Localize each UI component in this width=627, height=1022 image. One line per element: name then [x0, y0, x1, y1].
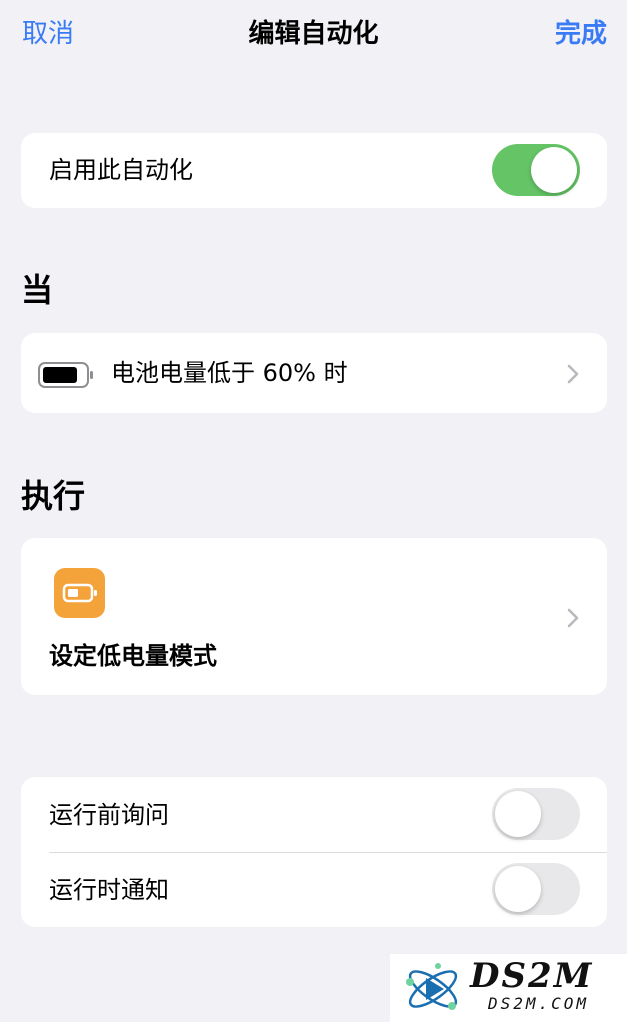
watermark: DS2M DS2M.COM — [390, 954, 627, 1022]
toggle-knob — [495, 866, 541, 912]
action-row[interactable]: 设定低电量模式 — [21, 538, 607, 695]
ask-before-running-label: 运行前询问 — [49, 801, 169, 829]
run-options-card: 运行前询问 运行时通知 — [21, 777, 607, 927]
enable-automation-label: 启用此自动化 — [49, 156, 193, 184]
low-power-battery-icon — [62, 583, 97, 603]
battery-icon — [38, 362, 93, 388]
atom-logo-icon — [406, 963, 458, 1010]
page-title: 编辑自动化 — [248, 19, 379, 49]
enable-automation-toggle[interactable] — [492, 144, 580, 196]
enable-automation-card: 启用此自动化 — [21, 133, 607, 208]
action-label: 设定低电量模式 — [49, 642, 217, 670]
chevron-right-icon — [567, 608, 579, 628]
done-button[interactable]: 完成 — [555, 14, 607, 54]
navigation-bar: 取消 编辑自动化 完成 — [0, 0, 627, 68]
toggle-knob — [495, 791, 541, 837]
row-divider — [49, 852, 607, 853]
watermark-brand: DS2M — [470, 956, 594, 996]
toggle-knob — [531, 147, 577, 193]
action-tile — [54, 568, 105, 618]
notify-when-run-label: 运行时通知 — [49, 876, 169, 904]
do-section-header: 执行 — [21, 477, 86, 515]
chevron-right-icon — [567, 364, 579, 384]
notify-when-run-toggle[interactable] — [492, 863, 580, 915]
ask-before-running-toggle[interactable] — [492, 788, 580, 840]
trigger-label: 电池电量低于 60% 时 — [111, 359, 348, 387]
when-section-header: 当 — [21, 271, 54, 309]
trigger-row[interactable]: 电池电量低于 60% 时 — [21, 333, 607, 413]
watermark-url: DS2M.COM — [488, 994, 590, 1013]
